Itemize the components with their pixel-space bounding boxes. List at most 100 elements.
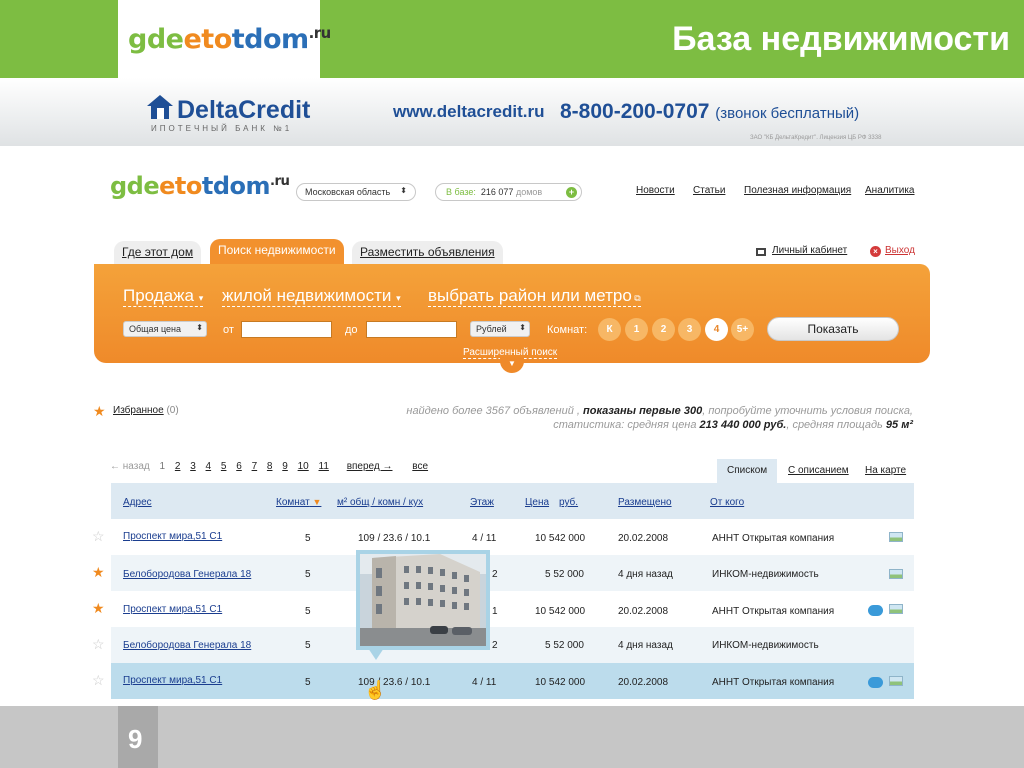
page-link[interactable]: 9	[282, 461, 288, 472]
house-logo-icon	[147, 95, 173, 119]
view-tab-list[interactable]: Списком	[717, 459, 778, 483]
chat-icon[interactable]	[868, 677, 883, 688]
star-icon[interactable]: ☆	[92, 528, 105, 545]
photo-icon[interactable]	[889, 676, 903, 686]
row-address[interactable]: Проспект мира,51 С1	[123, 604, 222, 615]
row-price: 5 52 000	[545, 569, 584, 580]
page-link[interactable]: 4	[206, 461, 212, 472]
deltacredit-url[interactable]: www.deltacredit.ru	[393, 102, 544, 122]
page-link[interactable]: 2	[175, 461, 181, 472]
page-link[interactable]: 8	[267, 461, 273, 472]
row-address[interactable]: Белобородова Генерала 18	[123, 640, 251, 651]
view-tab-map[interactable]: На карте	[855, 459, 916, 483]
nav-link-analytics[interactable]: Аналитика	[865, 185, 915, 196]
row-rooms: 5	[305, 569, 311, 580]
all-pages[interactable]: все	[412, 461, 428, 472]
rooms-option-5plus[interactable]: 5+	[731, 318, 754, 341]
price-type-select[interactable]: Общая цена ⬍	[123, 321, 207, 337]
deal-type-value: Продажа	[123, 286, 194, 305]
row-from: ИНКОМ-недвижимость	[712, 640, 819, 651]
photo-icon[interactable]	[889, 604, 903, 614]
nav-link-news[interactable]: Новости	[636, 185, 675, 196]
photo-icon[interactable]	[889, 532, 903, 542]
row-address[interactable]: Белобородова Генерала 18	[123, 569, 251, 580]
show-button[interactable]: Показать	[767, 317, 899, 341]
row-date: 20.02.2008	[618, 606, 669, 617]
favorites-count: (0)	[166, 405, 179, 416]
row-rooms: 5	[305, 640, 311, 651]
slide-logo: gdeetotdom.ru	[128, 24, 331, 55]
deal-type-dropdown[interactable]: Продажа ▾	[123, 286, 204, 307]
logout-link[interactable]: Выход	[885, 245, 915, 256]
page-link[interactable]: 6	[236, 461, 242, 472]
base-count-box: В базе: 216 077 домов +	[435, 183, 582, 201]
currency-select[interactable]: Рублей ⬍	[470, 321, 530, 337]
price-to-label: до	[345, 324, 358, 336]
page-link[interactable]: 3	[190, 461, 196, 472]
personal-cabinet-link[interactable]: Личный кабинет	[772, 245, 847, 256]
page-link[interactable]: 11	[319, 461, 329, 472]
price-from-input[interactable]	[241, 321, 332, 338]
col-date[interactable]: Размещено	[618, 497, 672, 508]
building-photo	[360, 554, 486, 646]
row-date: 4 дня назад	[618, 640, 673, 651]
popup-icon: ⧉	[631, 293, 641, 303]
property-type-dropdown[interactable]: жилой недвижимости ▾	[222, 286, 401, 307]
row-rooms: 5	[305, 606, 311, 617]
col-floor[interactable]: Этаж	[470, 497, 494, 508]
page-link[interactable]: 5	[221, 461, 227, 472]
page-link[interactable]: 7	[252, 461, 258, 472]
close-icon: ×	[870, 246, 881, 257]
logo-part: eto	[183, 24, 232, 55]
col-rooms[interactable]: Комнат ▼	[276, 497, 321, 508]
current-page: 1	[159, 461, 166, 472]
star-icon[interactable]: ☆	[92, 672, 105, 689]
stats-prefix: статистика: средняя цена	[553, 419, 697, 431]
favorites-link[interactable]: Избранное (0)	[113, 405, 179, 416]
area-metro-picker[interactable]: выбрать район или метро ⧉	[428, 286, 641, 307]
view-tab-description[interactable]: С описанием	[778, 459, 859, 483]
nav-link-articles[interactable]: Статьи	[693, 185, 725, 196]
page-link[interactable]: 10	[298, 461, 309, 472]
tab-place-ads[interactable]: Разместить объявления	[352, 241, 503, 265]
star-icon[interactable]: ★	[92, 564, 105, 581]
region-select[interactable]: Московская область ⬍	[296, 183, 416, 201]
prev-page[interactable]: ← назад	[110, 461, 150, 472]
cabinet-icon	[756, 248, 766, 256]
rooms-option-3[interactable]: 3	[678, 318, 701, 341]
price-to-input[interactable]	[366, 321, 457, 338]
hand-cursor-icon: ☝	[364, 680, 387, 700]
price-type-value: Общая цена	[129, 324, 181, 334]
row-address[interactable]: Проспект мира,51 С1	[123, 531, 222, 542]
star-icon[interactable]: ★	[92, 600, 105, 617]
col-price[interactable]: Цена	[525, 497, 549, 508]
plus-icon[interactable]: +	[566, 187, 577, 198]
site-logo[interactable]: gdeetotdom.ru	[110, 172, 290, 200]
photo-icon[interactable]	[889, 569, 903, 579]
chat-icon[interactable]	[868, 605, 883, 616]
nav-link-useful-info[interactable]: Полезная информация	[744, 185, 851, 196]
star-icon: ★	[93, 403, 106, 419]
page-number: 9	[128, 724, 143, 754]
tab-property-search[interactable]: Поиск недвижимости	[210, 239, 344, 265]
col-area[interactable]: м² общ / комн / кух	[337, 497, 423, 508]
col-from[interactable]: От кого	[710, 497, 744, 508]
rooms-option-1[interactable]: 1	[625, 318, 648, 341]
rooms-label: Комнат:	[547, 324, 588, 336]
col-address[interactable]: Адрес	[123, 497, 152, 508]
row-address[interactable]: Проспект мира,51 С1	[123, 675, 222, 686]
star-icon[interactable]: ☆	[92, 636, 105, 653]
tab-where-is-house[interactable]: Где этот дом	[114, 241, 202, 265]
row-floor: 1	[492, 606, 498, 617]
stats-area: 95 м²	[885, 419, 913, 431]
next-page[interactable]: вперед →	[347, 461, 393, 472]
deltacredit-tagline: ИПОТЕЧНЫЙ БАНК №1	[151, 124, 293, 133]
row-price: 10 542 000	[535, 677, 586, 688]
col-currency[interactable]: руб.	[559, 497, 578, 508]
chevron-down-icon[interactable]: ▼	[500, 357, 524, 373]
rooms-option-2[interactable]: 2	[652, 318, 675, 341]
row-floor: 2	[492, 640, 498, 651]
rooms-option-k[interactable]: К	[598, 318, 621, 341]
caret-down-icon: ▾	[198, 293, 204, 303]
rooms-option-4[interactable]: 4	[705, 318, 728, 341]
